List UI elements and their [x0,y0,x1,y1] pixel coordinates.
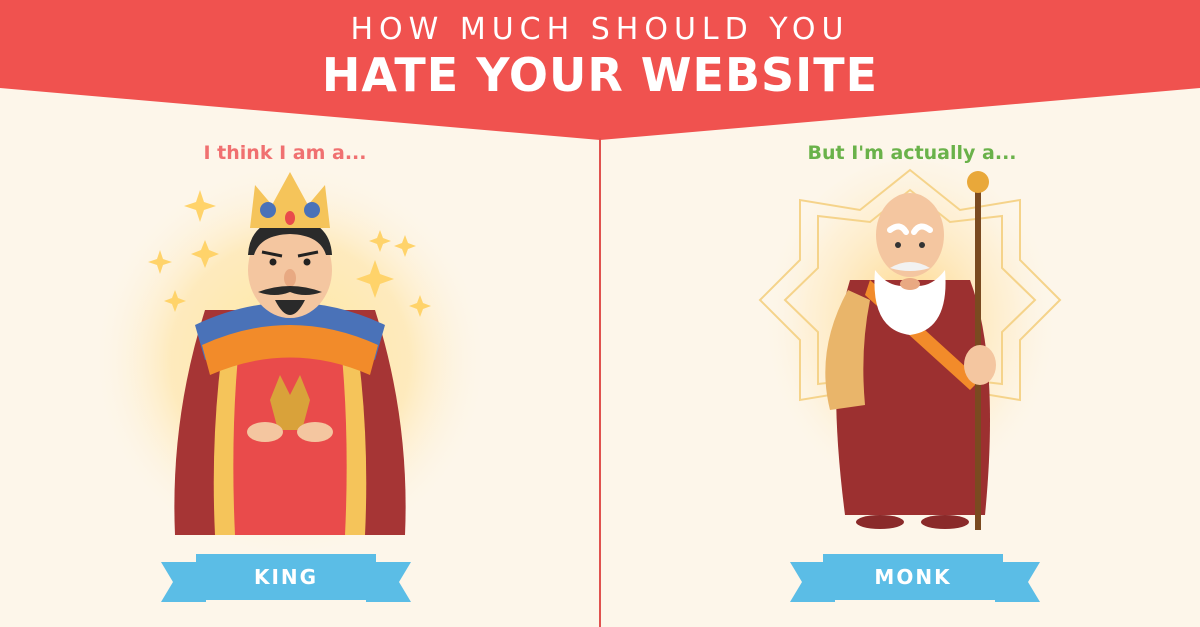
monk-icon [758,160,1062,530]
center-divider [599,138,601,627]
monk-label: MONK [874,565,952,589]
title-line-2: HATE YOUR WEBSITE [321,48,879,102]
title-line-1: HOW MUCH SHOULD YOU [350,12,850,47]
king-icon [90,160,490,550]
king-label: KING [253,565,319,589]
